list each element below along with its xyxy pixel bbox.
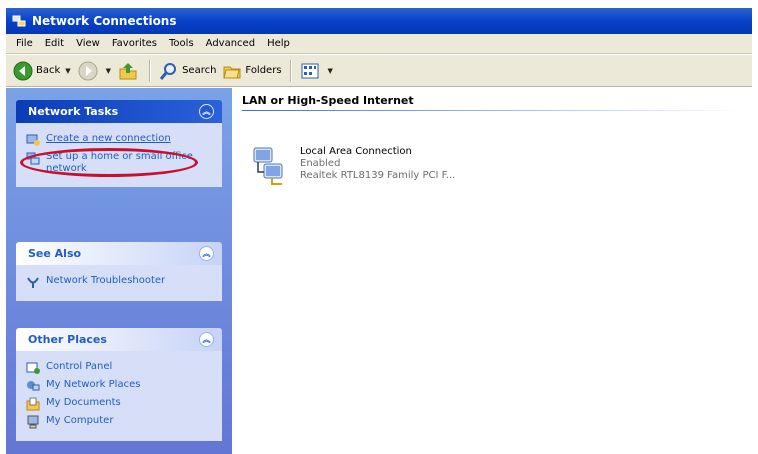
views-dropdown-icon[interactable]: ▼: [328, 67, 333, 75]
explorer-window: Network Connections File Edit View Favor…: [6, 8, 752, 454]
up-folder-button[interactable]: [115, 59, 144, 83]
window-title: Network Connections: [32, 14, 177, 28]
network-places-icon: [27, 381, 40, 391]
network-tasks-panel: Network Tasks ︽ Create a new connection: [16, 100, 222, 187]
control-panel-icon: [26, 362, 40, 374]
forward-button[interactable]: [75, 59, 104, 83]
home-network-setup-label: Set up a home or small office network: [46, 151, 193, 174]
back-label: Back: [36, 65, 61, 76]
folders-label: Folders: [245, 65, 282, 76]
toolbar-separator: [289, 59, 292, 82]
my-network-places-link[interactable]: My Network Places: [26, 379, 214, 393]
back-arrow-icon: [13, 61, 33, 80]
views-button[interactable]: [297, 59, 326, 83]
other-places-body: Control Panel My Network Places My Docum…: [16, 351, 222, 441]
network-tasks-title: Network Tasks: [28, 105, 119, 118]
up-folder-icon: [119, 62, 137, 79]
home-network-setup-link[interactable]: Set up a home or small office network: [26, 151, 214, 175]
create-new-connection-link[interactable]: Create a new connection: [26, 133, 214, 147]
connection-device: Realtek RTL8139 Family PCI F...: [300, 170, 456, 181]
menu-help[interactable]: Help: [261, 36, 296, 51]
control-panel-label: Control Panel: [46, 361, 113, 372]
troubleshooter-icon: [27, 277, 39, 288]
my-computer-icon: [27, 415, 39, 429]
group-title: LAN or High-Speed Internet: [242, 94, 414, 107]
new-connection-icon: [26, 134, 40, 146]
back-dropdown-icon[interactable]: ▼: [65, 67, 70, 75]
other-places-panel: Other Places ︽ Control Panel My Network …: [16, 328, 222, 441]
home-network-icon: [26, 152, 40, 165]
search-icon: [159, 62, 177, 80]
see-also-header[interactable]: See Also ︽: [16, 242, 222, 265]
other-places-title: Other Places: [28, 333, 107, 346]
network-tasks-body: Create a new connection Set up a home or…: [16, 123, 222, 187]
network-connections-icon: [12, 15, 26, 27]
connection-status: Enabled: [300, 158, 341, 169]
my-documents-link[interactable]: My Documents: [26, 397, 214, 411]
my-documents-icon: [26, 397, 40, 411]
local-area-connection-item[interactable]: Local Area Connection Enabled Realtek RT…: [252, 146, 455, 186]
connection-details: Local Area Connection Enabled Realtek RT…: [300, 146, 455, 186]
network-troubleshooter-label: Network Troubleshooter: [46, 275, 166, 286]
menu-advanced[interactable]: Advanced: [200, 36, 261, 51]
menu-file[interactable]: File: [10, 36, 39, 51]
my-network-places-label: My Network Places: [46, 379, 141, 390]
see-also-panel: See Also ︽ Network Troubleshooter: [16, 242, 222, 301]
lan-connection-icon: [253, 147, 283, 185]
toolbar-separator: [149, 59, 152, 82]
see-also-body: Network Troubleshooter: [16, 265, 222, 301]
group-divider: [242, 110, 742, 111]
toolbar: Back ▼ ▼ Search Folders ▼: [6, 55, 752, 87]
title-bar[interactable]: Network Connections: [6, 8, 752, 34]
menu-view[interactable]: View: [70, 36, 106, 51]
collapse-chevron-icon[interactable]: ︽: [199, 246, 214, 261]
back-button[interactable]: Back: [10, 59, 63, 83]
network-troubleshooter-link[interactable]: Network Troubleshooter: [26, 275, 214, 289]
content-pane: LAN or High-Speed Internet Local Area Co…: [232, 88, 752, 454]
task-pane: Network Tasks ︽ Create a new connection: [6, 88, 232, 454]
folders-icon: [223, 66, 241, 78]
views-icon: [301, 63, 319, 78]
menu-tools[interactable]: Tools: [163, 36, 200, 51]
search-label: Search: [182, 65, 217, 76]
collapse-chevron-icon[interactable]: ︽: [199, 104, 214, 119]
connection-name: Local Area Connection: [300, 146, 412, 157]
control-panel-link[interactable]: Control Panel: [26, 361, 214, 375]
collapse-chevron-icon[interactable]: ︽: [199, 332, 214, 347]
search-button[interactable]: Search: [156, 59, 219, 83]
create-new-connection-label: Create a new connection: [46, 133, 171, 144]
other-places-header[interactable]: Other Places ︽: [16, 328, 222, 351]
my-computer-link[interactable]: My Computer: [26, 415, 214, 429]
network-tasks-header[interactable]: Network Tasks ︽: [16, 100, 222, 123]
folders-button[interactable]: Folders: [219, 59, 284, 83]
menu-edit[interactable]: Edit: [39, 36, 70, 51]
my-computer-label: My Computer: [46, 415, 114, 426]
my-documents-label: My Documents: [46, 397, 121, 408]
forward-dropdown-icon[interactable]: ▼: [106, 67, 111, 75]
forward-arrow-icon: [78, 61, 98, 80]
menu-bar: File Edit View Favorites Tools Advanced …: [6, 34, 752, 54]
see-also-title: See Also: [28, 247, 82, 260]
menu-favorites[interactable]: Favorites: [106, 36, 163, 51]
